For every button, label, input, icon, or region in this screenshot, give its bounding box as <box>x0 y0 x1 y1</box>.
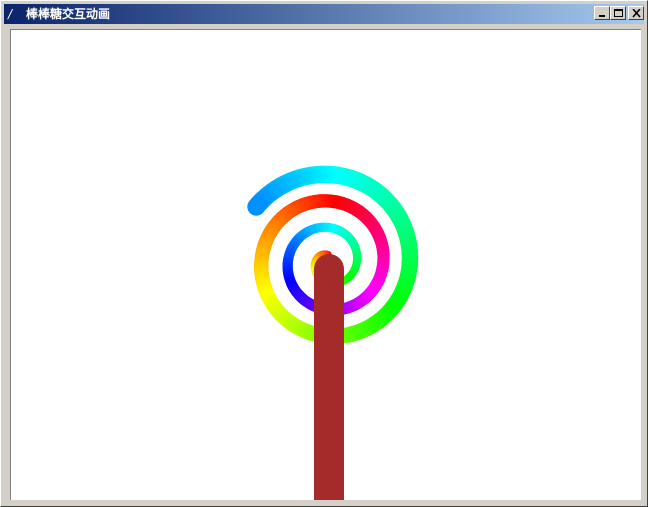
minimize-icon <box>599 15 605 17</box>
close-button[interactable] <box>628 6 644 20</box>
minimize-button[interactable] <box>594 6 610 20</box>
close-icon <box>632 9 641 18</box>
app-icon: / <box>8 7 13 21</box>
window-title: 棒棒糖交互动画 <box>26 7 111 21</box>
lollipop-drawing <box>247 165 419 500</box>
drawing-canvas[interactable] <box>10 29 641 500</box>
app-window: / 棒棒糖交互动画 <box>0 0 648 507</box>
maximize-icon <box>614 9 623 17</box>
lollipop-stick <box>314 254 344 500</box>
maximize-button[interactable] <box>610 6 626 20</box>
title-bar[interactable]: / 棒棒糖交互动画 <box>4 4 644 24</box>
